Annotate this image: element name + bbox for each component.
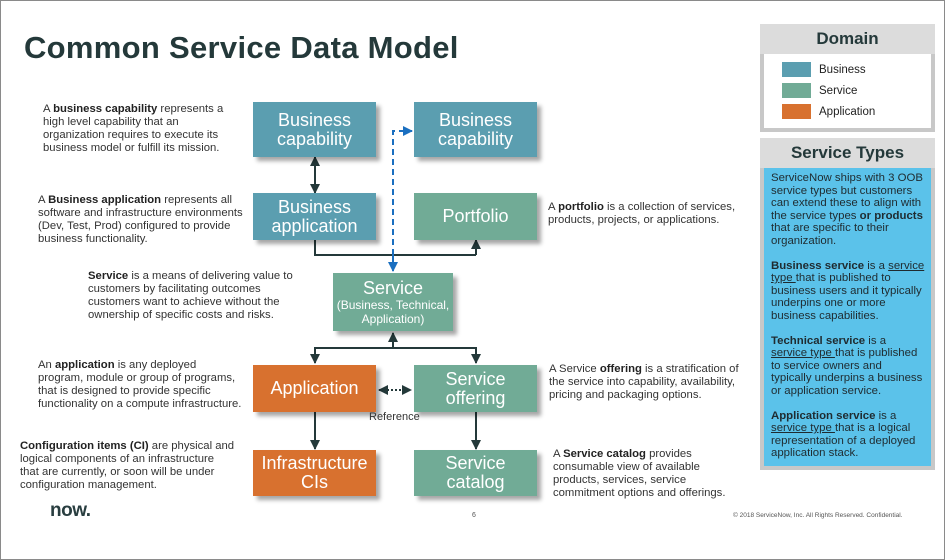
node-infrastructure-cis[interactable]: Infrastructure CIs [253, 450, 376, 496]
edge-bizapp-service [314, 240, 476, 256]
node-application[interactable]: Application [253, 365, 376, 412]
service-types-body: ServiceNow ships with 3 OOB service type… [764, 168, 931, 466]
desc-configuration-items: Configuration items (CI) are physical an… [20, 440, 235, 491]
legend-item-application: Application [782, 101, 931, 122]
service-types-title: Service Types [760, 138, 935, 168]
node-business-capability-left[interactable]: Business capability [253, 102, 376, 157]
node-label: Application [270, 378, 359, 398]
node-label: Business capability [437, 109, 514, 149]
legend-body: Business Service Application [764, 54, 931, 128]
node-service[interactable]: Service (Business, Technical, Applicatio… [333, 273, 453, 331]
domain-legend: Domain Business Service Application [760, 24, 935, 132]
node-label: Business capability [276, 109, 353, 149]
desc-service-catalog: A Service catalog provides consumable vi… [553, 448, 726, 499]
node-label: Service [362, 277, 424, 298]
edge-service-bizcap-dashed [392, 126, 413, 255]
legend-title: Domain [760, 24, 935, 54]
desc-business-capability: A business capability represents a high … [43, 103, 224, 154]
node-service-offering[interactable]: Service offering [414, 365, 537, 412]
service-types-panel: Service Types ServiceNow ships with 3 OO… [760, 138, 935, 470]
node-label: Service offering [445, 368, 506, 408]
legend-label: Application [819, 105, 876, 118]
service-type-link[interactable]: service type [771, 347, 835, 359]
node-label: Infrastructure CIs [261, 453, 368, 492]
node-label: Service catalog [445, 453, 506, 492]
copyright: © 2018 ServiceNow, Inc. All Rights Reser… [733, 512, 903, 519]
node-business-application[interactable]: Business application [253, 193, 376, 240]
desc-application: An application is any deployed program, … [38, 359, 242, 410]
service-type-link[interactable]: service type [771, 422, 835, 434]
node-service-catalog[interactable]: Service catalog [414, 450, 537, 496]
desc-business-application: A Business application represents all so… [38, 194, 243, 245]
edge-service-app [310, 347, 393, 364]
legend-label: Business [819, 63, 866, 76]
desc-service-offering: A Service offering is a stratification o… [549, 363, 739, 401]
desc-portfolio: A portfolio is a collection of services,… [548, 201, 736, 226]
swatch-application [782, 104, 811, 119]
node-label: Portfolio [442, 206, 509, 226]
reference-label: Reference [369, 411, 420, 423]
desc-service: Service is a means of delivering value t… [88, 270, 293, 321]
servicenow-logo: now. [50, 500, 91, 521]
node-label: Business application [271, 196, 358, 236]
node-portfolio[interactable]: Portfolio [414, 193, 537, 240]
page-number: 6 [472, 512, 476, 519]
technical-service-definition: Technical service is a service type that… [771, 334, 923, 397]
service-types-intro: ServiceNow ships with 3 OOB service type… [771, 172, 923, 247]
swatch-business [782, 62, 811, 77]
swatch-service [782, 83, 811, 98]
node-business-capability-right[interactable]: Business capability [414, 102, 537, 157]
edge-service-offering [393, 347, 481, 364]
node-sublabel: (Business, Technical, Application) [336, 297, 450, 326]
application-service-definition: Application service is a service type th… [771, 409, 916, 460]
business-service-definition: Business service is a service type that … [771, 259, 925, 322]
legend-label: Service [819, 84, 858, 97]
legend-item-business: Business [782, 59, 931, 80]
legend-item-service: Service [782, 80, 931, 101]
